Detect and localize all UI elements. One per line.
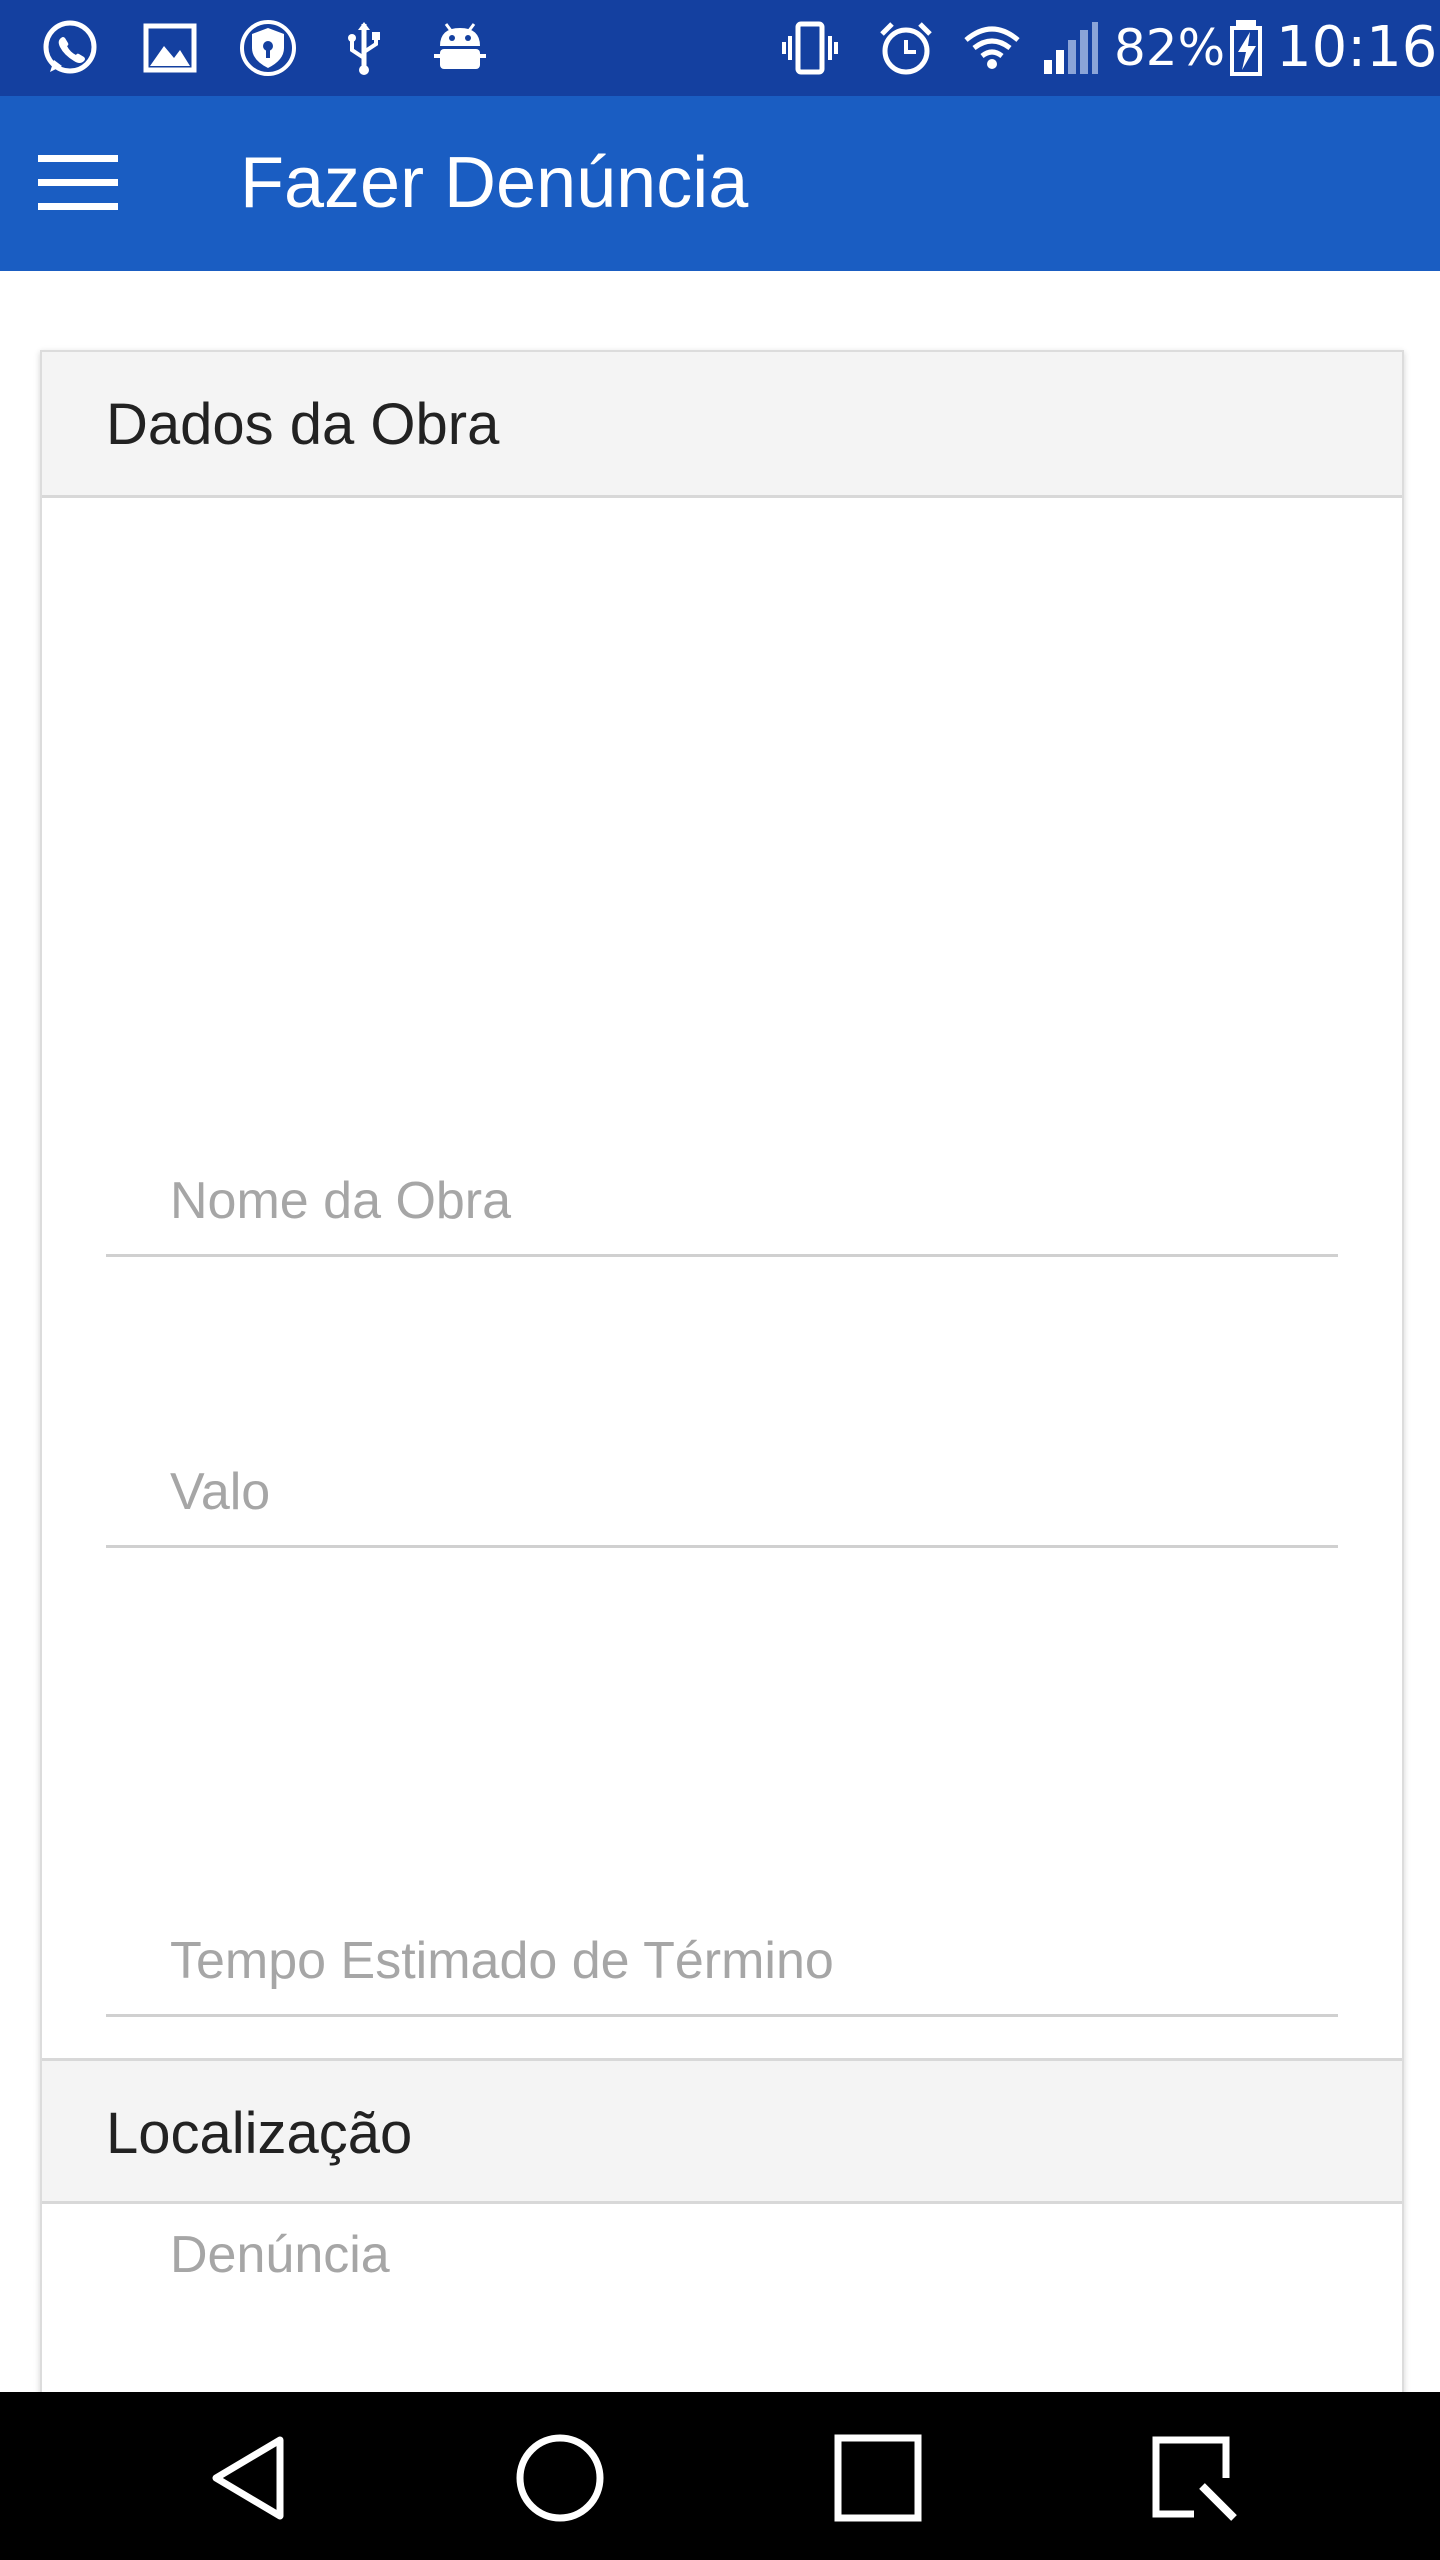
signal-icon (1040, 18, 1100, 78)
screenshot-icon[interactable] (1144, 2428, 1244, 2528)
app-bar: Fazer Denúncia (0, 96, 1440, 271)
clock-time: 10:16 (1276, 15, 1438, 80)
valor-input[interactable] (106, 1438, 1338, 1545)
gallery-icon (140, 18, 200, 78)
recents-icon[interactable] (828, 2428, 928, 2528)
android-debug-icon (430, 18, 490, 78)
whatsapp-icon (40, 18, 100, 78)
alarm-icon (876, 18, 936, 78)
vpn-shield-icon (238, 18, 298, 78)
wifi-icon (962, 18, 1022, 78)
status-bar: 82% 10:16 (0, 0, 1440, 96)
nome-obra-field (106, 1147, 1338, 1257)
battery-charging-icon (1226, 18, 1266, 78)
report-form-card: Dados da Obra Localização (40, 350, 1404, 2404)
nome-obra-input[interactable] (106, 1147, 1338, 1254)
usb-icon (334, 18, 394, 78)
home-icon[interactable] (510, 2428, 610, 2528)
section-header-dados-obra: Dados da Obra (42, 352, 1402, 498)
navigation-bar (0, 2392, 1440, 2560)
tempo-estimado-field (106, 1907, 1338, 2017)
vibrate-icon (780, 18, 840, 78)
valor-field (106, 1438, 1338, 1548)
page-title: Fazer Denúncia (240, 143, 749, 223)
back-icon[interactable] (200, 2428, 300, 2528)
denuncia-input[interactable] (106, 2200, 1338, 2310)
section-header-localizacao: Localização (42, 2058, 1402, 2204)
battery-percent: 82% (1114, 19, 1226, 77)
section-title: Localização (106, 2101, 413, 2166)
tempo-estimado-input[interactable] (106, 1907, 1338, 2014)
denuncia-field (106, 2200, 1338, 2310)
hamburger-menu-icon[interactable] (38, 151, 122, 217)
section-title: Dados da Obra (106, 392, 500, 457)
